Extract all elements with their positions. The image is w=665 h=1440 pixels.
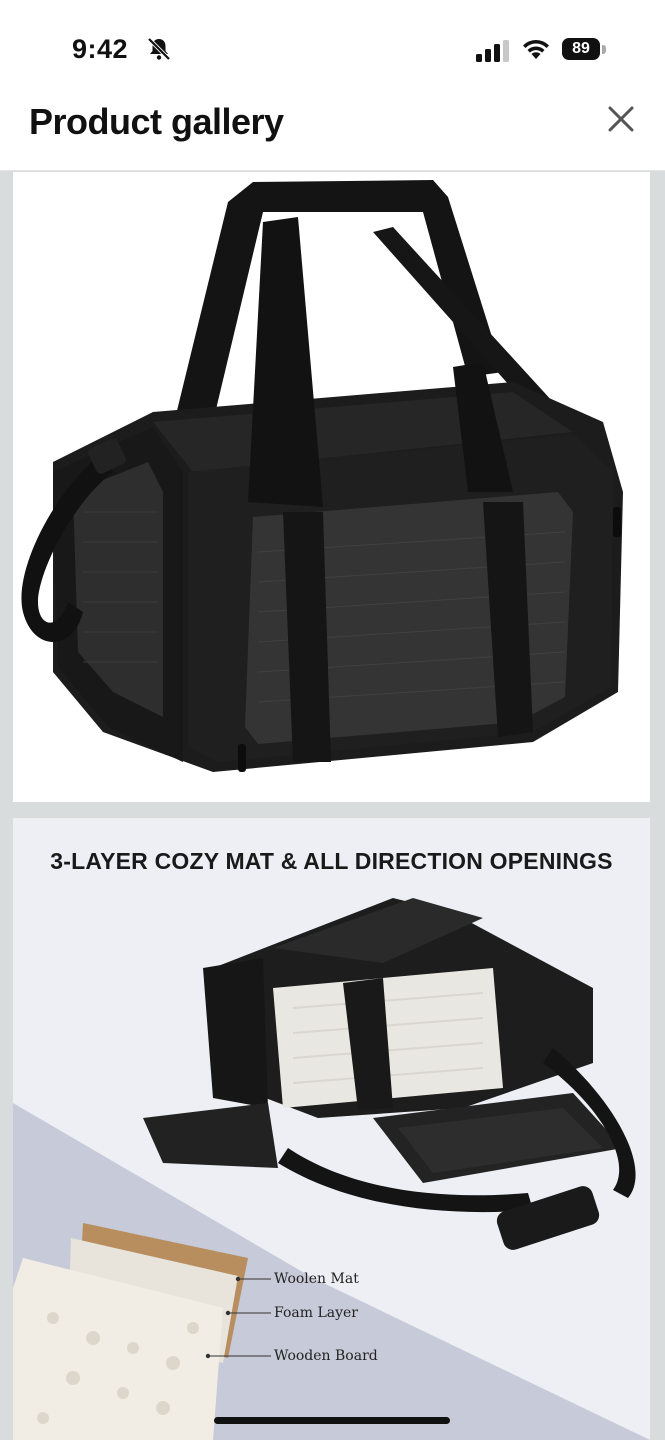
battery-icon: 89 [562, 38, 608, 62]
signal-icon [476, 40, 509, 62]
pet-carrier-photo [21, 180, 623, 772]
status-bar: 9:42 89 [0, 0, 665, 100]
gallery-image-1[interactable] [13, 172, 650, 802]
status-time: 9:42 [72, 34, 129, 64]
bell-slash-icon [147, 37, 171, 61]
layer-label-foam-layer: Foam Layer [274, 1305, 358, 1321]
layer-label-woolen-mat: Woolen Mat [274, 1271, 359, 1287]
layer-label-wooden-board: Wooden Board [274, 1348, 378, 1364]
wifi-icon [523, 39, 549, 59]
home-indicator[interactable] [214, 1417, 450, 1424]
close-icon[interactable] [600, 100, 642, 142]
battery-nub [602, 45, 606, 54]
feature-illustration [13, 898, 650, 1440]
feature-heading: 3-LAYER COZY MAT & ALL DIRECTION OPENING… [50, 848, 613, 874]
page-title: Product gallery [29, 101, 284, 142]
gallery-image-2[interactable]: 3-LAYER COZY MAT & ALL DIRECTION OPENING… [13, 818, 650, 1440]
image-gallery[interactable]: 3-LAYER COZY MAT & ALL DIRECTION OPENING… [0, 171, 665, 1440]
gallery-header: Product gallery [0, 100, 665, 171]
battery-level: 89 [562, 38, 600, 60]
